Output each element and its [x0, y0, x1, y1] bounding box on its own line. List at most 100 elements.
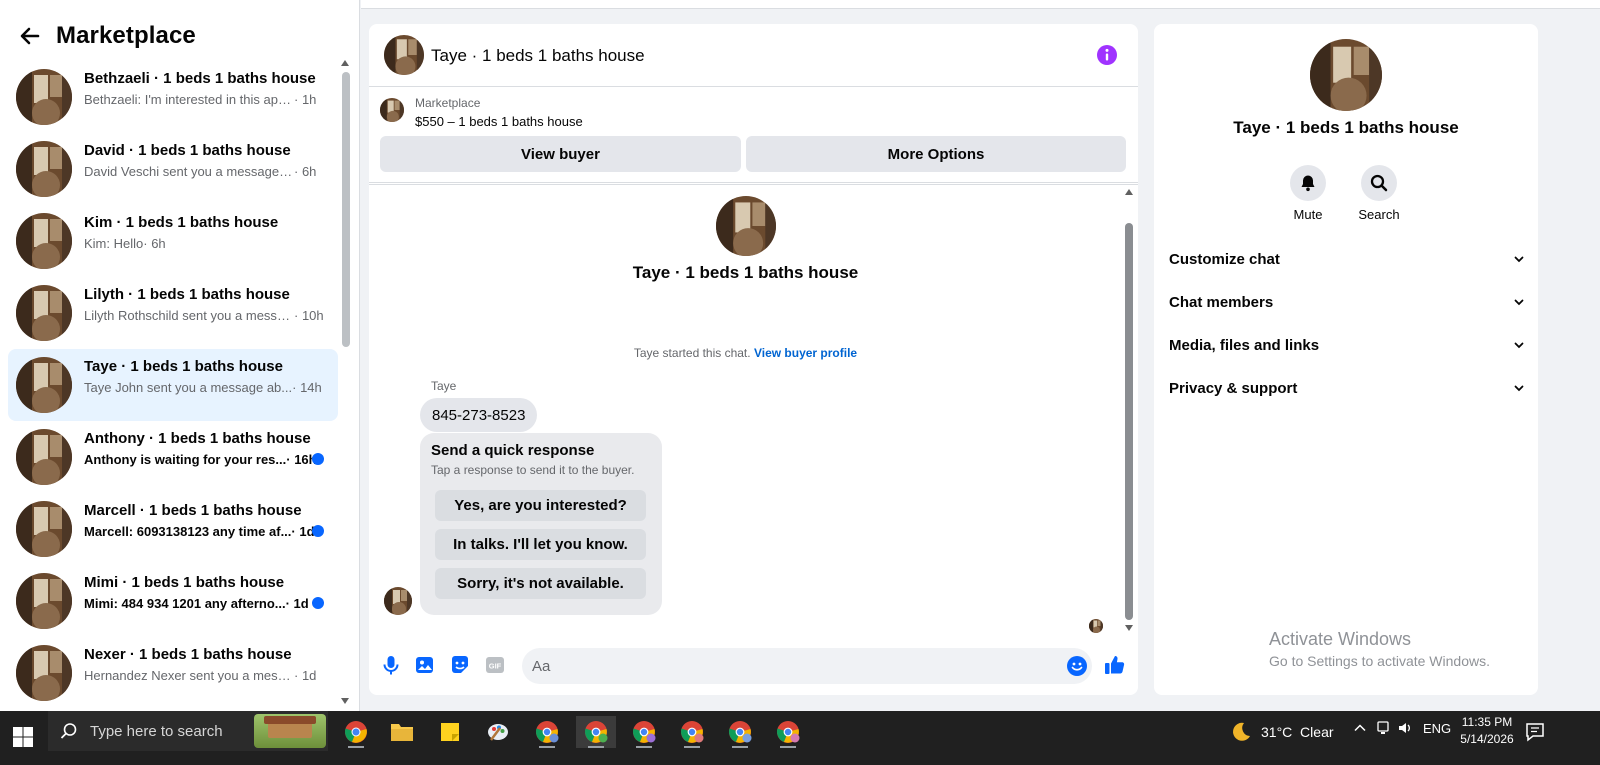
thread-scroll-thumb[interactable] [1125, 223, 1133, 620]
preview-text: Taye John sent you a message ab... [84, 380, 293, 395]
conversation-name: Nexer · 1 beds 1 baths house [84, 646, 292, 663]
conversation-item[interactable]: Kim · 1 beds 1 baths house Kim: Hello · 6h [8, 205, 338, 277]
conversation-avatar[interactable] [16, 141, 72, 197]
conversation-item[interactable]: Anthony · 1 beds 1 baths house Anthony is… [8, 421, 338, 493]
search-label: Search [1358, 207, 1400, 222]
taskbar-sticky-notes[interactable] [430, 716, 470, 748]
customize-chat-section[interactable]: Customize chat [1169, 243, 1525, 275]
message-composer: GIF [369, 644, 1138, 695]
privacy-support-section[interactable]: Privacy & support [1169, 372, 1525, 404]
conversation-list: Bethzaeli · 1 beds 1 baths house Bethzael… [8, 61, 338, 723]
quick-response-option[interactable]: In talks. I'll let you know. [435, 529, 646, 560]
conversation-preview: Mimi: 484 934 1201 any afterno... · 1d [84, 596, 309, 611]
marketplace-label: Marketplace [415, 96, 481, 110]
activate-windows-watermark: Activate Windows Go to Settings to activ… [1269, 629, 1490, 669]
conversation-avatar[interactable] [16, 357, 72, 413]
view-buyer-button[interactable]: View buyer [380, 136, 741, 172]
conversation-avatar[interactable] [16, 285, 72, 341]
sidebar-scroll-thumb[interactable] [342, 72, 350, 347]
thread-title: Taye · 1 beds 1 baths house [632, 263, 859, 282]
conversation-avatar[interactable] [16, 645, 72, 701]
conversation-avatar[interactable] [16, 429, 72, 485]
listing-thumbnail[interactable] [380, 98, 404, 122]
conversation-item[interactable]: Mimi · 1 beds 1 baths house Mimi: 484 934… [8, 565, 338, 637]
mute-button[interactable]: Mute [1278, 165, 1338, 222]
emoji-icon[interactable] [1066, 655, 1088, 677]
conversation-avatar[interactable] [16, 573, 72, 629]
taskbar-clock[interactable]: 11:35 PM 5/14/2026 [1452, 714, 1522, 748]
conversation-item[interactable]: Taye · 1 beds 1 baths house Taye John sen… [8, 349, 338, 421]
conversation-preview: Anthony is waiting for your res... · 16h [84, 452, 317, 467]
taskbar-file-explorer[interactable] [382, 716, 422, 748]
conversation-preview: Kim: Hello · 6h [84, 236, 166, 251]
conversation-sidebar: Marketplace Bethzaeli · 1 beds 1 baths h… [0, 0, 360, 723]
sender-avatar[interactable] [384, 587, 412, 615]
taskbar-paint-app[interactable] [478, 716, 518, 748]
thread-scroll-down-icon[interactable] [1125, 625, 1133, 631]
taskbar-search-box[interactable]: Type here to search [48, 711, 328, 751]
system-message: Taye started this chat. View buyer profi… [369, 346, 1122, 360]
conversation-item[interactable]: Lilyth · 1 beds 1 baths house Lilyth Roth… [8, 277, 338, 349]
chat-header: Taye · 1 beds 1 baths house [369, 24, 1138, 87]
taskbar-weather[interactable]: 31°C Clear [1229, 720, 1334, 744]
quick-response-option[interactable]: Yes, are you interested? [435, 490, 646, 521]
more-options-button[interactable]: More Options [746, 136, 1126, 172]
section-title: Customize chat [1169, 250, 1280, 268]
scroll-up-arrow-icon[interactable] [341, 60, 349, 66]
thread-scroll-up-icon[interactable] [1125, 189, 1133, 195]
microphone-icon[interactable] [380, 654, 402, 676]
windows-taskbar: Type here to search 31°C Clear ENG 11:35… [0, 711, 1600, 765]
conversation-preview: David Veschi sent you a message a... · 6h [84, 164, 316, 179]
view-buyer-profile-link[interactable]: View buyer profile [754, 346, 857, 360]
chat-members-section[interactable]: Chat members [1169, 286, 1525, 318]
thread-avatar[interactable] [716, 196, 776, 256]
preview-text: David Veschi sent you a message a... [84, 164, 294, 179]
conversation-item[interactable]: Nexer · 1 beds 1 baths house Hernandez Ne… [8, 637, 338, 709]
chrome-icon [585, 721, 608, 743]
quick-response-option[interactable]: Sorry, it's not available. [435, 568, 646, 599]
sticker-icon[interactable] [449, 654, 471, 676]
chevron-up-icon[interactable] [1353, 721, 1367, 735]
conversation-name: Taye · 1 beds 1 baths house [84, 358, 283, 375]
gif-icon[interactable]: GIF [484, 654, 506, 676]
image-icon[interactable] [414, 654, 436, 676]
conversation-avatar[interactable] [16, 213, 72, 269]
conversation-avatar[interactable] [16, 69, 72, 125]
network-icon[interactable] [1375, 720, 1391, 736]
message-bubble[interactable]: 845-273-8523 [420, 398, 538, 432]
conversation-avatar[interactable] [16, 501, 72, 557]
taskbar-chrome-profile-3[interactable] [624, 716, 664, 748]
preview-text: Bethzaeli: I'm interested in this apar..… [84, 92, 294, 107]
conversation-item[interactable]: Bethzaeli · 1 beds 1 baths house Bethzael… [8, 61, 338, 133]
taskbar-chrome-profile-6[interactable] [768, 716, 808, 748]
info-avatar[interactable] [1310, 39, 1382, 111]
windows-start-icon[interactable] [12, 726, 34, 748]
marketplace-listing-bar: Marketplace $550 – 1 beds 1 baths house … [369, 88, 1138, 183]
volume-icon[interactable] [1397, 720, 1413, 736]
thumbs-up-icon[interactable] [1103, 653, 1127, 677]
conversation-item[interactable]: David · 1 beds 1 baths house David Veschi… [8, 133, 338, 205]
media-files-links-section[interactable]: Media, files and links [1169, 329, 1525, 361]
back-arrow-icon[interactable] [18, 24, 42, 48]
sidebar-header: Marketplace [18, 20, 196, 52]
message-input[interactable] [522, 648, 1092, 684]
chat-title[interactable]: Taye · 1 beds 1 baths house [431, 46, 645, 66]
conversation-preview: Lilyth Rothschild sent you a messa... · 1… [84, 308, 324, 323]
taskbar-chrome-app[interactable] [336, 716, 376, 748]
taskbar-chrome-profile-1[interactable] [527, 716, 567, 748]
listing-price-title[interactable]: $550 – 1 beds 1 baths house [415, 114, 583, 129]
section-title: Media, files and links [1169, 336, 1320, 354]
sticky-note-icon [441, 723, 459, 741]
conversation-item[interactable]: Marcell · 1 beds 1 baths house Marcell: 6… [8, 493, 338, 565]
taskbar-chrome-profile-2[interactable] [576, 716, 616, 748]
info-icon[interactable] [1096, 44, 1118, 66]
scroll-down-arrow-icon[interactable] [341, 698, 349, 704]
conversation-name: Anthony · 1 beds 1 baths house [84, 430, 311, 447]
chat-avatar[interactable] [384, 35, 424, 75]
search-button[interactable]: Search [1349, 165, 1409, 222]
taskbar-chrome-profile-4[interactable] [672, 716, 712, 748]
notification-icon[interactable] [1524, 721, 1546, 743]
taskbar-chrome-profile-5[interactable] [720, 716, 760, 748]
system-tray: ENG [1350, 720, 1451, 736]
language-indicator[interactable]: ENG [1423, 721, 1451, 736]
